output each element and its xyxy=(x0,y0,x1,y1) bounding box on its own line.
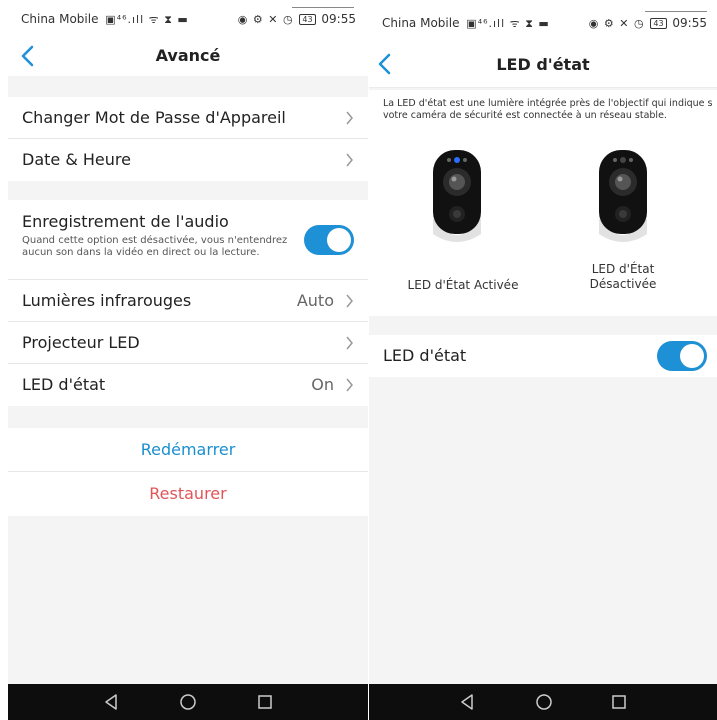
row-label: Lumières infrarouges xyxy=(22,291,192,310)
signal-icon: ▣⁴⁶.ıll ᯤ ⧗ ▬ xyxy=(105,13,189,26)
chevron-right-icon xyxy=(346,378,353,392)
led-info-panel: La LED d'état est une lumière intégrée p… xyxy=(369,90,717,316)
battery-icon: 43 xyxy=(299,14,316,25)
led-projector-row[interactable]: Projecteur LED xyxy=(8,322,368,364)
account-group: Changer Mot de Passe d'Appareil Date & H… xyxy=(8,97,368,181)
toggle-knob xyxy=(680,344,704,368)
chevron-right-icon xyxy=(346,111,353,125)
infrared-row[interactable]: Lumières infrarouges Auto xyxy=(8,280,368,322)
led-on-caption: LED d'État Activée xyxy=(407,278,519,292)
carrier-name: China Mobile xyxy=(382,16,460,30)
status-bar: China Mobile ▣⁴⁶.ıll ᯤ ⧗ ▬ ◉ ⚙ ✕ ◷ 43 09… xyxy=(369,0,717,40)
signal-icon: ▣⁴⁶.ıll ᯤ ⧗ ▬ xyxy=(466,17,550,30)
status-led-value: On xyxy=(311,375,334,394)
status-led-row[interactable]: LED d'état On xyxy=(8,364,368,406)
status-icons: ◉ ⚙ ✕ ◷ xyxy=(237,13,294,26)
battery-icon: 43 xyxy=(650,18,667,29)
restart-button[interactable]: Redémarrer xyxy=(8,428,368,472)
led-toggle-row: LED d'état xyxy=(369,335,717,377)
clock: 09:55 xyxy=(672,16,707,30)
carrier-name: China Mobile xyxy=(21,12,99,26)
device-group: Enregistrement de l'audio Quand cette op… xyxy=(8,200,368,406)
page-title: Avancé xyxy=(155,46,221,65)
nav-recents-icon[interactable] xyxy=(609,692,629,712)
status-led-screen: China Mobile ▣⁴⁶.ıll ᯤ ⧗ ▬ ◉ ⚙ ✕ ◷ 43 09… xyxy=(369,0,717,720)
chevron-right-icon xyxy=(346,294,353,308)
camera-led-on-image xyxy=(433,150,481,242)
nav-back-icon[interactable] xyxy=(457,692,477,712)
row-label: LED d'état xyxy=(22,375,106,394)
system-nav-bar xyxy=(8,684,368,720)
led-description: La LED d'état est une lumière intégrée p… xyxy=(383,98,713,121)
status-bar: China Mobile ▣⁴⁶.ıll ᯤ ⧗ ▬ ◉ ⚙ ✕ ◷ 43 09… xyxy=(8,0,368,36)
audio-description: Quand cette option est désactivée, vous … xyxy=(22,235,288,258)
actions-group: Redémarrer Restaurer xyxy=(8,428,368,516)
nav-home-icon[interactable] xyxy=(534,692,554,712)
audio-recording-row: Enregistrement de l'audio Quand cette op… xyxy=(8,200,368,280)
change-password-row[interactable]: Changer Mot de Passe d'Appareil xyxy=(8,97,368,139)
row-label: Enregistrement de l'audio xyxy=(22,212,229,231)
nav-home-icon[interactable] xyxy=(178,692,198,712)
row-label: LED d'état xyxy=(383,346,467,365)
nav-header: Avancé xyxy=(8,36,368,76)
nav-header: LED d'état xyxy=(369,40,717,88)
toggle-knob xyxy=(327,228,351,252)
led-off-caption: LED d'État Désactivée xyxy=(589,262,657,291)
camera-led-off-image xyxy=(599,150,647,242)
status-divider xyxy=(645,11,707,12)
date-time-row[interactable]: Date & Heure xyxy=(8,139,368,181)
reset-button[interactable]: Restaurer xyxy=(8,472,368,516)
status-icons: ◉ ⚙ ✕ ◷ xyxy=(588,17,645,30)
chevron-right-icon xyxy=(346,336,353,350)
page-title: LED d'état xyxy=(496,55,590,74)
nav-back-icon[interactable] xyxy=(101,692,121,712)
status-led-toggle[interactable] xyxy=(657,341,707,371)
row-label: Date & Heure xyxy=(22,150,131,169)
nav-recents-icon[interactable] xyxy=(255,692,275,712)
chevron-right-icon xyxy=(346,153,353,167)
clock: 09:55 xyxy=(321,12,356,26)
row-label: Changer Mot de Passe d'Appareil xyxy=(22,108,286,127)
audio-toggle[interactable] xyxy=(304,225,354,255)
infrared-value: Auto xyxy=(296,291,334,310)
system-nav-bar xyxy=(369,684,717,720)
row-label: Projecteur LED xyxy=(22,333,140,352)
advanced-settings-screen: China Mobile ▣⁴⁶.ıll ᯤ ⧗ ▬ ◉ ⚙ ✕ ◷ 43 09… xyxy=(8,0,368,720)
status-divider xyxy=(292,7,354,8)
